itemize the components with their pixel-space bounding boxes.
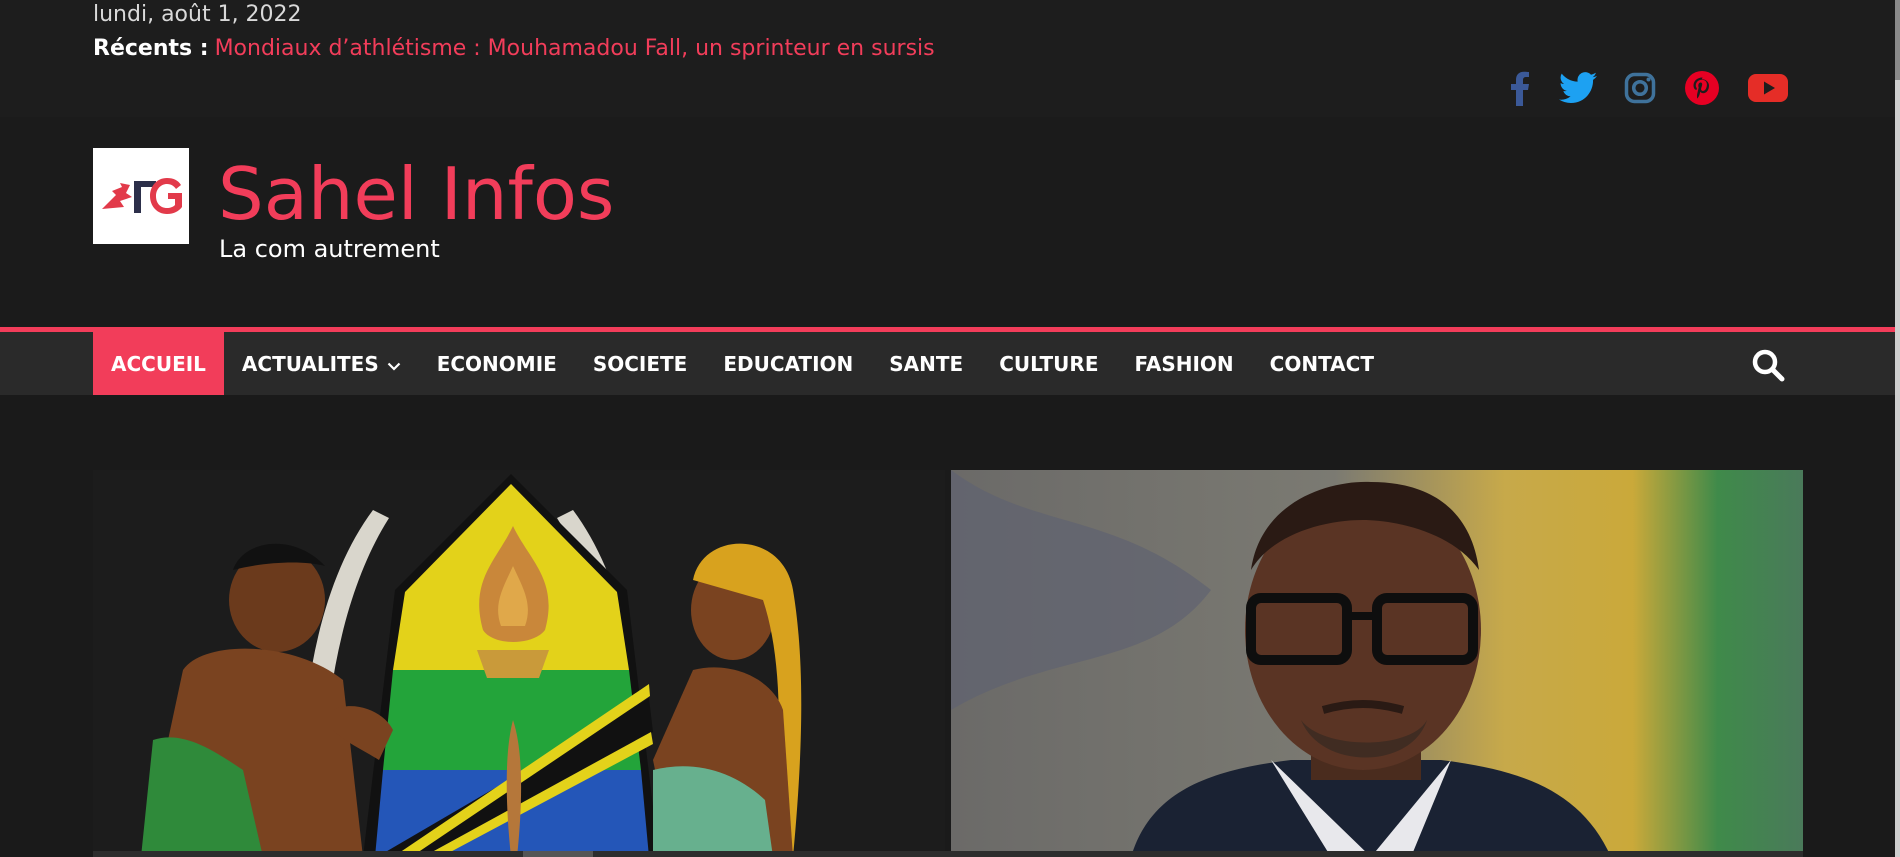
nav-item-culture[interactable]: CULTURE <box>981 332 1116 395</box>
nav-label: ACTUALITES <box>241 351 379 376</box>
nav-item-fashion[interactable]: FASHION <box>1116 332 1251 395</box>
recent-label: Récents : <box>93 36 209 61</box>
top-bar: lundi, août 1, 2022 Récents : Mondiaux d’… <box>0 0 1895 117</box>
youtube-icon[interactable] <box>1746 66 1790 110</box>
nav-item-accueil[interactable]: ACCUEIL <box>93 332 224 395</box>
nav-label: EDUCATION <box>723 351 854 376</box>
nav-label: SANTE <box>889 351 964 376</box>
nav-item-contact[interactable]: CONTACT <box>1252 332 1392 395</box>
nav-label: CONTACT <box>1269 351 1374 376</box>
recent-news-link[interactable]: Mondiaux d’athlétisme : Mouhamadou Fall,… <box>215 36 935 61</box>
nav-item-economie[interactable]: ECONOMIE <box>419 332 575 395</box>
chevron-down-icon <box>387 352 401 376</box>
site-tagline: La com autrement <box>219 235 440 263</box>
recent-news: Récents : Mondiaux d’athlétisme : Mouhama… <box>93 36 935 61</box>
main-navigation: ACCUEIL ACTUALITES ECONOMIE SOCIETE EDUC… <box>0 327 1895 395</box>
page-scrollbar[interactable] <box>1895 0 1900 857</box>
nav-label: SOCIETE <box>592 351 688 376</box>
twitter-icon[interactable] <box>1556 66 1600 110</box>
nav-label: ECONOMIE <box>436 351 557 376</box>
site-logo[interactable] <box>93 148 189 244</box>
search-icon <box>1752 349 1785 382</box>
scrollbar-thumb[interactable] <box>1895 0 1900 80</box>
pinterest-icon[interactable] <box>1682 66 1722 110</box>
site-title[interactable]: Sahel Infos <box>218 152 614 236</box>
slider-indicator[interactable] <box>523 851 593 857</box>
instagram-icon[interactable] <box>1620 66 1660 110</box>
facebook-icon[interactable] <box>1500 66 1540 110</box>
search-button[interactable] <box>1748 345 1788 385</box>
current-date: lundi, août 1, 2022 <box>93 2 302 27</box>
nav-item-sante[interactable]: SANTE <box>871 332 981 395</box>
nav-menu: ACCUEIL ACTUALITES ECONOMIE SOCIETE EDUC… <box>93 332 1392 395</box>
logo-mark <box>102 178 182 214</box>
nav-item-societe[interactable]: SOCIETE <box>575 332 706 395</box>
nav-item-education[interactable]: EDUCATION <box>705 332 871 395</box>
featured-post-image-left[interactable] <box>93 470 945 857</box>
nav-label: FASHION <box>1134 351 1234 376</box>
nav-label: CULTURE <box>999 351 1099 376</box>
nav-label: ACCUEIL <box>111 351 206 376</box>
bottom-divider <box>93 851 1803 857</box>
coat-of-arms-image <box>93 470 945 857</box>
portrait-photo <box>951 470 1803 857</box>
featured-post-image-right[interactable] <box>951 470 1803 857</box>
nav-item-actualites[interactable]: ACTUALITES <box>224 332 419 395</box>
site-header: Sahel Infos La com autrement <box>0 117 1895 327</box>
